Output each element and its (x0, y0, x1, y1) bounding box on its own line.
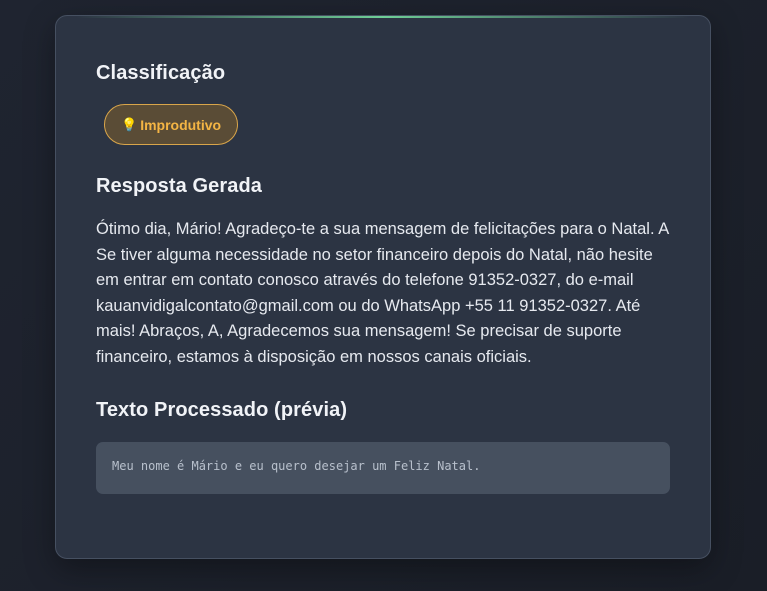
classification-label: Improdutivo (140, 116, 222, 133)
classification-badge: 💡 Improdutivo (104, 104, 239, 145)
processed-text-heading: Texto Processado (prévia) (96, 399, 348, 421)
lightbulb-icon: 💡 (121, 117, 138, 132)
processed-text-preview: Meu nome é Mário e eu quero desejar um F… (96, 442, 670, 494)
result-card: Classificação 💡 Improdutivo Resposta Ger… (55, 15, 711, 559)
generated-response-text: Ótimo dia, Mário! Agradeço-te a sua mens… (96, 220, 669, 366)
response-heading: Resposta Gerada (96, 175, 263, 197)
classification-heading: Classificação (96, 62, 226, 84)
